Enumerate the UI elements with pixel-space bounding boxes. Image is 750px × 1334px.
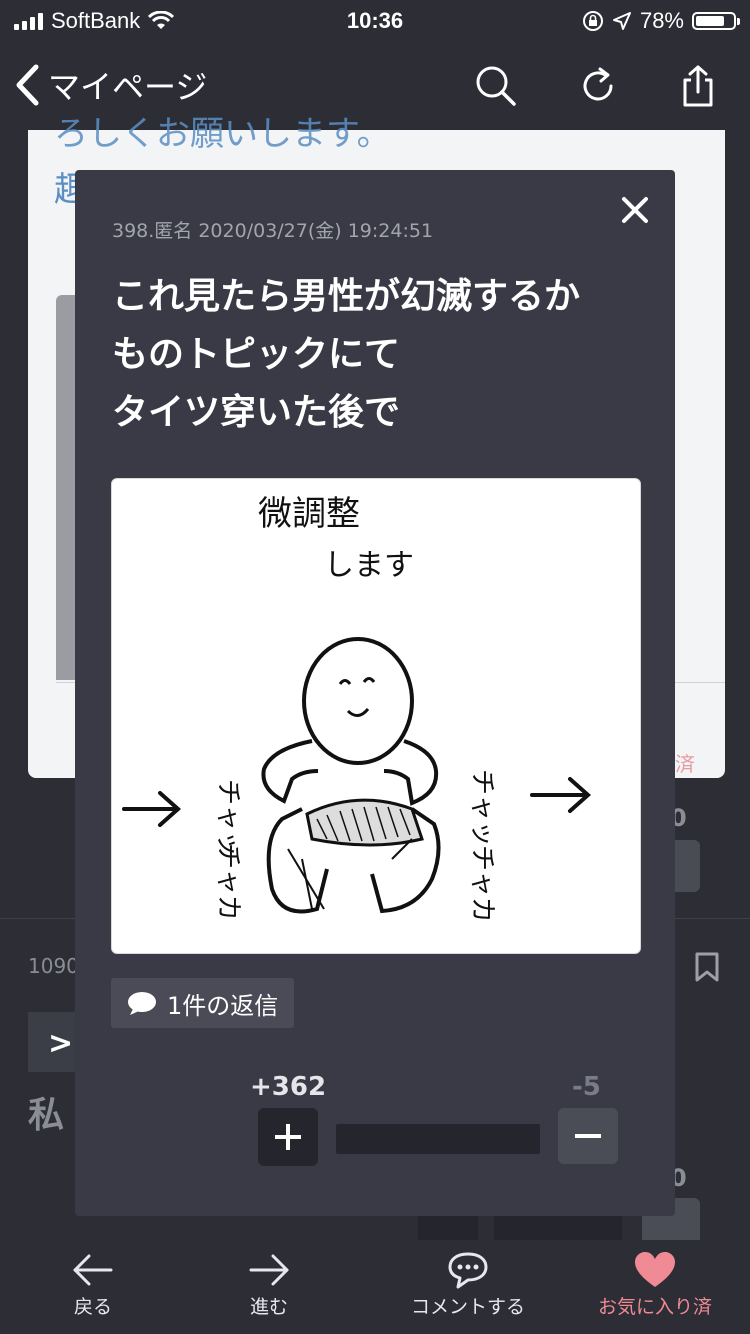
comment-image[interactable]: 微調整 します チャッ チャカ チャッ チャカ — [111, 478, 641, 954]
sound-effect-text: チャッ — [467, 769, 497, 847]
forward-tab[interactable]: 進む — [194, 1240, 344, 1334]
plus-icon — [275, 1124, 301, 1150]
favorite-tab[interactable]: お気に入り済 — [580, 1240, 730, 1334]
back-button[interactable]: マイページ — [14, 62, 207, 108]
minus-icon — [575, 1134, 601, 1138]
forward-tab-label: 進む — [249, 1296, 288, 1318]
status-bar: SoftBank 10:36 78% — [0, 0, 750, 40]
comment-bubble-icon — [448, 1252, 488, 1289]
battery-percent: 78% — [639, 8, 684, 33]
image-title: 微調整 — [258, 494, 360, 534]
back-label: マイページ — [48, 68, 208, 106]
background-image — [56, 295, 76, 680]
reload-icon[interactable] — [577, 64, 621, 108]
bookmark-icon[interactable] — [694, 952, 720, 982]
image-subtitle: します — [324, 548, 414, 583]
vote-ratio-bar — [336, 1124, 540, 1154]
arrow-right-icon — [249, 1254, 289, 1286]
comment-popup: 398.匿名 2020/03/27(金) 19:24:51 これ見たら男性が幻滅… — [75, 170, 675, 1216]
comment-body: これ見たら男性が幻滅するか ものトピックにて タイツ穿いた後で — [112, 268, 652, 442]
comment-line: タイツ穿いた後で — [112, 392, 401, 433]
right-arrow-drawing — [530, 777, 592, 813]
comment-line: これ見たら男性が幻滅するか — [112, 276, 581, 317]
chevron-left-icon — [16, 64, 39, 106]
close-icon[interactable] — [617, 192, 653, 228]
illustration: 微調整 します チャッ チャカ チャッ チャカ — [122, 494, 592, 923]
background-comment-text: 私 — [28, 1095, 65, 1136]
location-icon — [612, 12, 631, 30]
comment-meta: 398.匿名 2020/03/27(金) 19:24:51 — [112, 220, 434, 242]
sound-effect-text: チャカ — [213, 843, 243, 921]
sound-effect-text: チャカ — [467, 845, 497, 923]
speech-bubble-icon — [128, 992, 156, 1015]
background-card-text: ろしくお願いします。 — [54, 114, 391, 154]
comment-tab[interactable]: コメントする — [393, 1240, 543, 1334]
left-arrow-drawing — [122, 791, 182, 827]
bottom-toolbar: 戻る 進む コメントする お気に入り済 — [0, 1240, 750, 1334]
reply-button[interactable]: 1件の返信 — [111, 978, 295, 1028]
plus-vote-count: +362 — [250, 1072, 327, 1102]
background-quote-badge: > — [28, 1012, 78, 1072]
reply-label: 1件の返信 — [167, 991, 279, 1020]
background-comment-number: 1090 — [28, 954, 79, 978]
plus-vote-button[interactable] — [258, 1108, 318, 1166]
comment-tab-label: コメントする — [410, 1296, 525, 1318]
background-vote-bar — [494, 1214, 622, 1240]
back-tab-label: 戻る — [73, 1296, 112, 1318]
background-favorite-label: 済 — [675, 752, 695, 776]
share-icon[interactable] — [676, 64, 720, 108]
favorite-tab-label: お気に入り済 — [597, 1296, 712, 1318]
arrow-left-icon — [73, 1254, 113, 1286]
search-icon[interactable] — [474, 64, 518, 108]
rotation-lock-icon — [582, 11, 603, 31]
minus-vote-count: -5 — [572, 1072, 601, 1102]
back-tab[interactable]: 戻る — [18, 1240, 168, 1334]
comment-line: ものトピックにて — [112, 334, 401, 375]
heart-icon — [635, 1252, 675, 1287]
battery-icon — [692, 12, 740, 30]
minus-vote-button[interactable] — [558, 1108, 618, 1164]
